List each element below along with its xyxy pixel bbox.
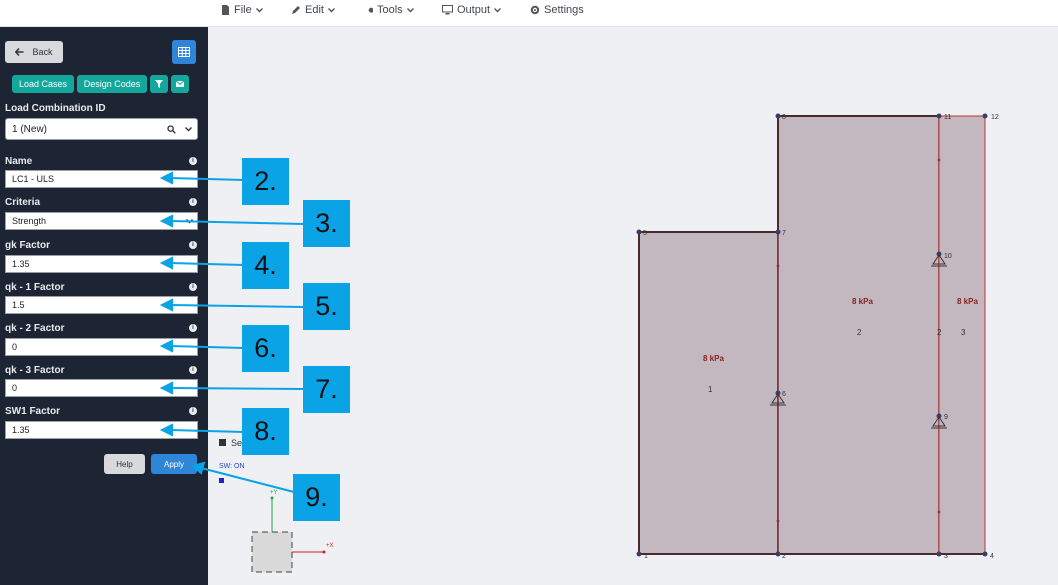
sw-indicator-icon: [219, 478, 224, 483]
node-label: 9: [944, 414, 948, 421]
node-label: 6: [782, 391, 786, 398]
load-label: 8 kPa: [852, 297, 873, 306]
node-label: 5: [643, 230, 647, 237]
node-label: 7: [782, 230, 786, 237]
region-label: 1: [708, 385, 713, 394]
legend-swatch: [219, 439, 226, 446]
load-label: 8 kPa: [957, 297, 978, 306]
callout-6: 6.: [242, 325, 289, 372]
region-label: 3: [961, 328, 966, 337]
sw-status-text: SW: ON: [219, 463, 245, 470]
node-label: 3: [944, 553, 948, 560]
node-label: 10: [944, 253, 952, 260]
callout-9: 9.: [293, 474, 340, 521]
node-label: 2: [782, 553, 786, 560]
axis-y-label: +Y: [270, 490, 278, 496]
node-label: 1: [644, 553, 648, 560]
region-label: 2: [937, 328, 942, 337]
node-label: 4: [990, 553, 994, 560]
node-label: 8: [782, 114, 786, 121]
node-label: 12: [991, 114, 999, 121]
callout-2: 2.: [242, 158, 289, 205]
region-label: 2: [857, 328, 862, 337]
node-label: 11: [944, 114, 952, 121]
load-label: 8 kPa: [703, 354, 724, 363]
callout-8: 8.: [242, 408, 289, 455]
callout-4: 4.: [242, 242, 289, 289]
axis-x-label: +X: [326, 543, 334, 549]
model-canvas[interactable]: [0, 0, 1058, 585]
callout-3: 3.: [303, 200, 350, 247]
callout-7: 7.: [303, 366, 350, 413]
callout-5: 5.: [303, 283, 350, 330]
